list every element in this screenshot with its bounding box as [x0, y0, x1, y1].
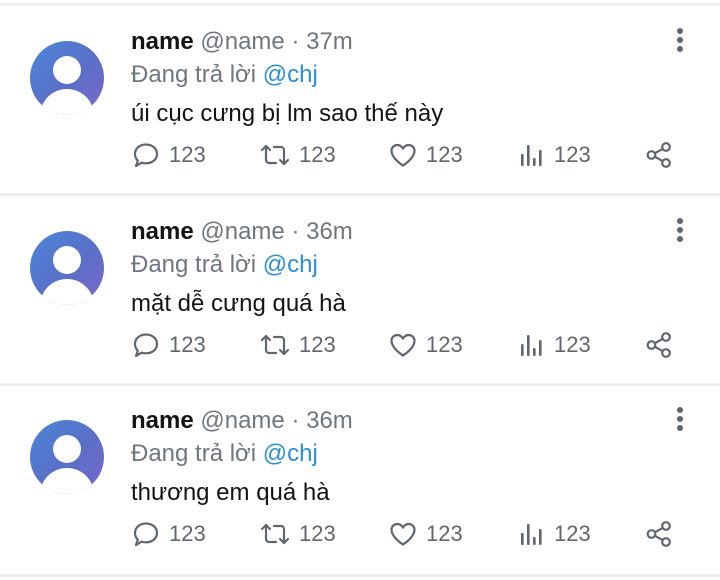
replying-to: Đang trả lời @chj: [131, 250, 318, 280]
timestamp[interactable]: · 36m: [291, 407, 352, 434]
timestamp[interactable]: · 37m: [291, 28, 352, 55]
views-button[interactable]: 123: [518, 330, 591, 360]
tweet-card[interactable]: name @name · 37m Đang trả lời @chj úi cụ…: [0, 7, 720, 193]
avatar-body-shape: [40, 89, 94, 115]
handle[interactable]: @name: [200, 28, 284, 55]
reply-count: 123: [169, 521, 206, 546]
retweet-icon: [260, 144, 290, 166]
action-bar: 123 123 123 123: [131, 330, 691, 360]
handle[interactable]: @name: [200, 407, 284, 434]
like-button[interactable]: 123: [388, 330, 463, 360]
replying-to-label: Đang trả lời: [131, 61, 257, 88]
share-button[interactable]: [644, 140, 674, 170]
retweet-count: 123: [299, 332, 336, 357]
tweet-header: name @name · 37m: [131, 27, 353, 57]
view-count: 123: [554, 332, 591, 357]
timestamp[interactable]: · 36m: [291, 218, 352, 245]
reply-feed: name @name · 37m Đang trả lời @chj úi cụ…: [0, 0, 720, 580]
view-count: 123: [554, 142, 591, 167]
reply-count: 123: [169, 142, 206, 167]
reply-button[interactable]: 123: [131, 519, 206, 549]
replying-to-label: Đang trả lời: [131, 251, 257, 278]
display-name[interactable]: name: [131, 28, 194, 55]
like-button[interactable]: 123: [388, 519, 463, 549]
handle[interactable]: @name: [200, 218, 284, 245]
heart-icon: [390, 522, 416, 546]
action-bar: 123 123 123 123: [131, 140, 691, 170]
tweet-header: name @name · 36m: [131, 217, 353, 247]
share-button[interactable]: [644, 519, 674, 549]
replying-to: Đang trả lời @chj: [131, 60, 318, 90]
avatar-head-shape: [53, 246, 81, 274]
speech-bubble-icon: [133, 522, 159, 547]
speech-bubble-icon: [133, 143, 159, 168]
like-count: 123: [426, 332, 463, 357]
view-count: 123: [554, 521, 591, 546]
retweet-button[interactable]: 123: [259, 519, 336, 549]
mention-link[interactable]: @chj: [263, 440, 318, 467]
avatar-head-shape: [53, 56, 81, 84]
like-count: 123: [426, 142, 463, 167]
avatar[interactable]: [30, 41, 104, 115]
heart-icon: [390, 143, 416, 167]
retweet-button[interactable]: 123: [259, 330, 336, 360]
share-icon: [646, 332, 671, 358]
tweet-card[interactable]: name @name · 36m Đang trả lời @chj mặt d…: [0, 197, 720, 383]
speech-bubble-icon: [133, 333, 159, 358]
reply-button[interactable]: 123: [131, 140, 206, 170]
vertical-dots-icon[interactable]: [671, 404, 689, 434]
avatar[interactable]: [30, 420, 104, 494]
views-button[interactable]: 123: [518, 519, 591, 549]
like-count: 123: [426, 521, 463, 546]
heart-icon: [390, 333, 416, 357]
display-name[interactable]: name: [131, 407, 194, 434]
avatar[interactable]: [30, 231, 104, 305]
retweet-icon: [260, 523, 290, 545]
display-name[interactable]: name: [131, 218, 194, 245]
replying-to: Đang trả lời @chj: [131, 439, 318, 469]
replying-to-label: Đang trả lời: [131, 440, 257, 467]
tweet-text: thương em quá hà: [131, 479, 330, 506]
tweet-text: úi cục cưng bị lm sao thế này: [131, 100, 444, 127]
avatar-body-shape: [40, 279, 94, 305]
mention-link[interactable]: @chj: [263, 251, 318, 278]
bar-chart-icon: [521, 145, 542, 166]
share-icon: [646, 142, 671, 168]
reply-button[interactable]: 123: [131, 330, 206, 360]
bar-chart-icon: [521, 524, 542, 545]
vertical-dots-icon[interactable]: [671, 215, 689, 245]
divider: [0, 3, 720, 6]
share-button[interactable]: [644, 330, 674, 360]
retweet-count: 123: [299, 521, 336, 546]
tweet-header: name @name · 36m: [131, 406, 353, 436]
retweet-icon: [260, 334, 290, 356]
action-bar: 123 123 123 123: [131, 519, 691, 549]
tweet-text: mặt dễ cưng quá hà: [131, 290, 346, 317]
vertical-dots-icon[interactable]: [671, 25, 689, 55]
avatar-body-shape: [40, 468, 94, 494]
reply-count: 123: [169, 332, 206, 357]
retweet-button[interactable]: 123: [259, 140, 336, 170]
like-button[interactable]: 123: [388, 140, 463, 170]
tweet-card[interactable]: name @name · 36m Đang trả lời @chj thươn…: [0, 386, 720, 572]
avatar-head-shape: [53, 435, 81, 463]
mention-link[interactable]: @chj: [263, 61, 318, 88]
views-button[interactable]: 123: [518, 140, 591, 170]
bar-chart-icon: [521, 335, 542, 356]
divider: [0, 574, 720, 577]
divider: [0, 193, 720, 196]
share-icon: [646, 521, 671, 547]
retweet-count: 123: [299, 142, 336, 167]
